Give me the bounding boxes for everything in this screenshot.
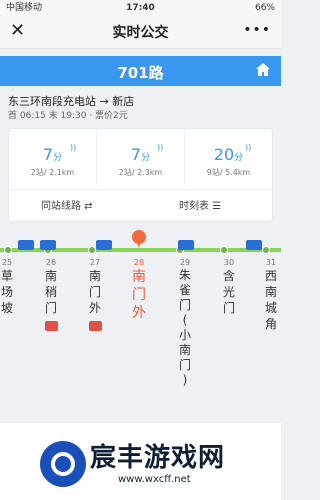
station-number: 31: [265, 258, 277, 267]
eta-detail: 9站/ 5.4km: [206, 168, 251, 177]
station-name: 南 稍 门: [44, 269, 57, 315]
station-number: 28: [133, 258, 145, 267]
station-list: 25 草 场 坡 26 南 稍 门 27 南 门 外 28 南 门 外 29 朱…: [0, 258, 281, 423]
signal-icon: )): [70, 143, 77, 152]
top-nav-bar: ✕ 实时公交 •••: [0, 16, 281, 49]
eta-detail: 2站/ 2.1km: [30, 168, 75, 177]
card-actions: 同站线路 ⇄ 时刻表 ☰: [9, 189, 272, 222]
service-times: 首 06:15 末 19:30 · 票价2元: [8, 111, 128, 121]
home-icon[interactable]: [253, 60, 273, 80]
station-item[interactable]: 25 草 场 坡: [0, 258, 22, 316]
more-icon[interactable]: •••: [243, 22, 271, 38]
station-number: 30: [223, 258, 235, 267]
station-name: 南 门 外: [88, 269, 101, 315]
eta-minutes: 7分: [130, 145, 151, 164]
battery-percent: 66%: [254, 3, 275, 13]
signal-icon: )): [245, 143, 252, 152]
eta-minutes: 20分: [213, 145, 244, 164]
route-direction: 东三环南段充电站 → 新店: [8, 95, 135, 108]
bus-icon: [18, 240, 34, 250]
watermark-url: www.wxcff.net: [118, 474, 191, 485]
same-station-lines-button[interactable]: 同站线路 ⇄: [41, 197, 93, 212]
station-name: 南 门 外: [132, 269, 146, 321]
station-dot: [4, 246, 12, 254]
station-number: 25: [1, 258, 13, 267]
watermark: 宸丰游戏网 www.wxcff.net: [40, 435, 280, 495]
station-number: 27: [89, 258, 101, 267]
bus-icon: [246, 240, 262, 250]
bus-icon: [40, 240, 56, 250]
page-title: 实时公交: [112, 25, 169, 41]
status-time: 17:40: [126, 3, 155, 13]
station-item[interactable]: 26 南 稍 门: [36, 258, 66, 335]
watermark-logo: [40, 441, 86, 487]
status-bar: 中国移动 17:40 66%: [0, 0, 281, 16]
route-number: 701路: [117, 64, 164, 82]
signal-icon: )): [157, 143, 164, 152]
station-dot: [220, 246, 228, 254]
station-item-active[interactable]: 28 南 门 外: [124, 258, 154, 322]
eta-detail: 2站/ 2.3km: [118, 168, 163, 177]
station-name: 草 场 坡: [0, 269, 13, 315]
eta-item-2: 7分 2站/ 2.3km: [97, 129, 185, 185]
station-name: 朱 雀 门 ( 小 南 门 ): [178, 268, 191, 387]
station-dot: [88, 246, 96, 254]
location-marker-icon: [132, 230, 146, 248]
eta-item-1: 7分 2站/ 2.1km: [9, 129, 97, 185]
station-item[interactable]: 30 含 光 门: [214, 258, 244, 316]
bus-icon: [178, 240, 194, 250]
watermark-title: 宸丰游戏网: [90, 443, 226, 473]
station-name: 西 南 城 角: [264, 269, 277, 331]
eta-minutes: 7分: [42, 145, 63, 164]
station-item[interactable]: 29 朱 雀 门 ( 小 南 门 ): [170, 258, 200, 388]
metro-icon: [44, 321, 58, 331]
eta-item-3: 20分 9站/ 5.4km: [185, 129, 272, 185]
station-dot: [262, 246, 270, 254]
station-name: 含 光 门: [222, 269, 235, 315]
station-number: 29: [179, 258, 191, 267]
metro-icon: [88, 321, 102, 331]
timetable-button[interactable]: 时刻表 ☰: [179, 197, 221, 212]
eta-card: 7分 2站/ 2.1km )) 7分 2站/ 2.3km )) 20分 9站/ …: [8, 128, 273, 222]
route-header: 701路: [0, 56, 281, 86]
station-item[interactable]: 27 南 门 外: [80, 258, 110, 335]
bus-icon: [96, 240, 112, 250]
station-number: 26: [45, 258, 57, 267]
station-item[interactable]: 31 西 南 城 角: [256, 258, 286, 332]
